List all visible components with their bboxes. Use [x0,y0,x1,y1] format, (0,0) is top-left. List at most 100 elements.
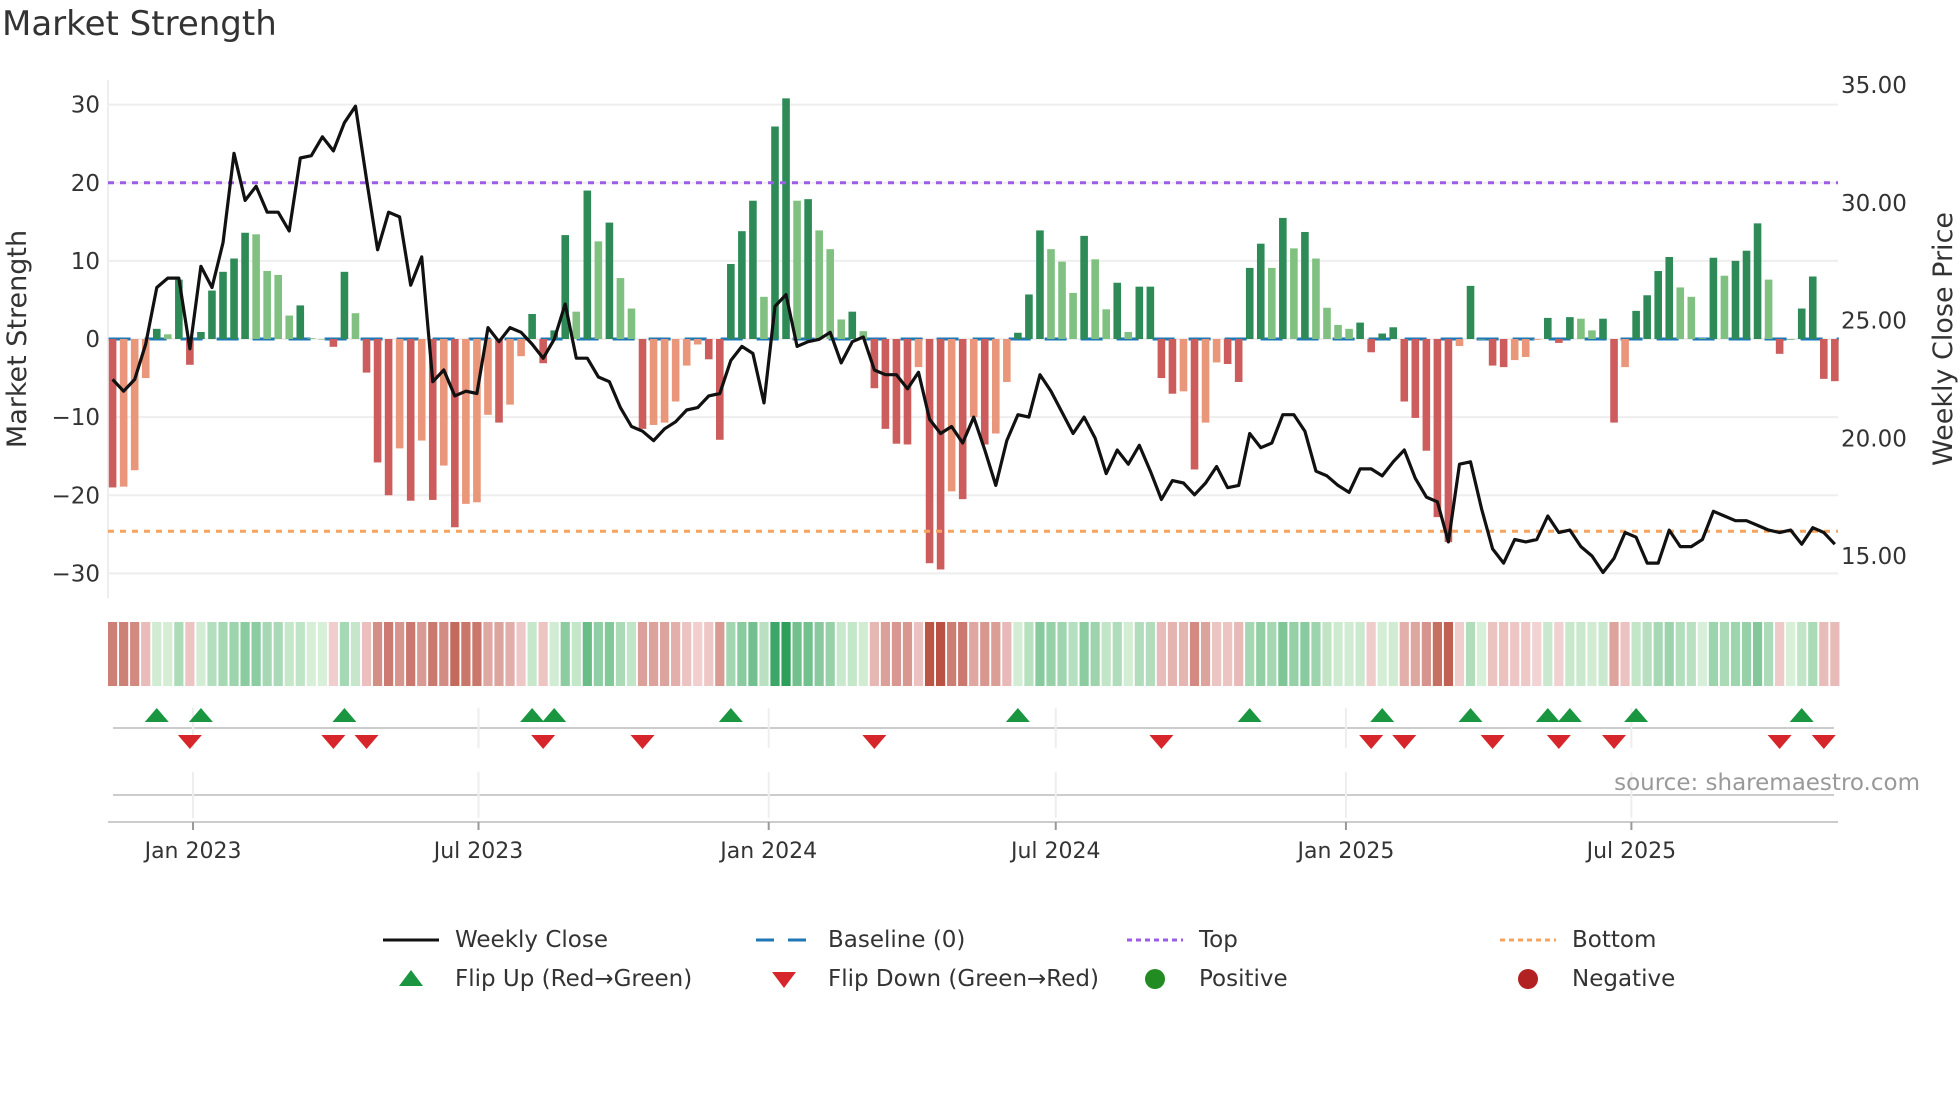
strength-bar [1025,294,1033,339]
strength-bar [1455,339,1464,347]
heat-cell [1333,622,1343,686]
heat-cell [715,622,725,686]
heat-cell [571,622,581,686]
flip-down-marker [177,735,202,749]
strength-bar [1146,286,1155,339]
strength-bar [826,249,834,339]
legend-baseline: Baseline (0) [754,927,965,953]
heat-cell [1212,622,1222,686]
x-tick-label: Jul 2024 [1009,839,1101,864]
strength-bar [914,339,923,368]
strength-bar [395,339,404,449]
legend-label: Positive [1199,966,1288,992]
flip-down-marker [1392,735,1417,749]
strength-bar [318,339,327,340]
strength-bar [925,339,934,564]
heat-cell [1035,622,1045,686]
strength-bar [1831,339,1839,382]
heat-cell [1631,622,1641,686]
strength-bar [693,339,702,345]
heat-cell [240,622,250,686]
strength-bar [1742,250,1751,339]
circle-red-icon [1518,969,1538,989]
heat-cell [1090,622,1100,686]
flip-up-marker [520,708,545,722]
heat-cell [1355,622,1365,686]
heat-cell [1101,622,1111,686]
strength-bar [1378,333,1386,339]
strength-bar [1444,339,1453,543]
heat-cell [1565,622,1575,686]
heat-cell [1598,622,1608,686]
strength-bar [119,339,128,487]
y2-tick-label: 30.00 [1841,191,1907,217]
strength-bar [892,339,901,444]
strength-bar [1069,292,1077,339]
heat-cell [273,622,283,686]
heat-cell [847,622,857,686]
strength-bar [1764,279,1773,339]
heat-cell [1421,622,1431,686]
heat-cell [615,622,626,686]
y-axis-label: Market Strength [2,230,33,448]
strength-bar [1566,317,1574,339]
heat-cell [924,622,935,686]
heat-cell [1377,622,1387,686]
heat-cell [593,622,603,686]
strength-bar [1698,338,1707,339]
strength-bar [1632,310,1640,339]
heat-cell [406,622,416,686]
legend-top: Top [1125,927,1238,953]
heat-cell [1156,622,1166,686]
heat-cell [781,622,791,686]
heat-cell [196,622,206,686]
heat-cell [229,622,239,686]
x-tick-label: Jul 2023 [432,839,524,864]
heat-cell [1057,622,1067,686]
heat-cell [1465,622,1476,686]
strength-bar [671,339,680,402]
strength-bar [307,338,316,339]
strength-bar [1245,267,1254,339]
strength-bar [649,339,658,425]
strength-bar [1610,339,1618,423]
heat-cell [527,622,537,686]
strength-bar [373,339,382,463]
heat-cell [1322,622,1332,686]
strength-bar [605,222,614,339]
strength-bar [727,264,735,339]
strength-bar [440,339,448,466]
strength-bar [1477,339,1486,340]
strength-bar [1234,339,1243,382]
heat-cell [1642,622,1652,686]
flip-down-marker [1359,735,1384,749]
heat-cell [704,622,714,686]
strength-bar [848,311,857,339]
strength-bar [1422,339,1431,451]
heat-cell [748,622,758,686]
heat-cell [450,622,460,686]
flip-up-marker [1624,708,1649,722]
strength-bar [362,339,371,373]
heat-cell [560,622,570,686]
heat-cell [869,622,879,686]
strength-bar [992,339,1000,434]
y2-tick-label: 20.00 [1841,426,1907,452]
strength-bar [1290,248,1298,339]
heat-cell [1752,622,1763,686]
heat-cell [693,622,703,686]
heat-cell [428,622,438,686]
flip-up-marker [1370,708,1395,722]
strength-bar [252,234,260,339]
heat-cell [626,622,637,686]
strength-bar [1676,287,1685,339]
market-strength-chart: 30 20 10 0 −10 −20 −30 35.00 30.00 25.00 20.00 15.0… [2,73,1959,864]
heat-cell [582,622,592,686]
strength-bar [1047,249,1055,339]
heat-cell [1068,622,1078,686]
heat-cell [1432,622,1442,686]
strength-bar [947,339,956,492]
heat-cell [1311,622,1321,686]
flip-down-marker [321,735,346,749]
flip-down-marker [531,735,556,749]
